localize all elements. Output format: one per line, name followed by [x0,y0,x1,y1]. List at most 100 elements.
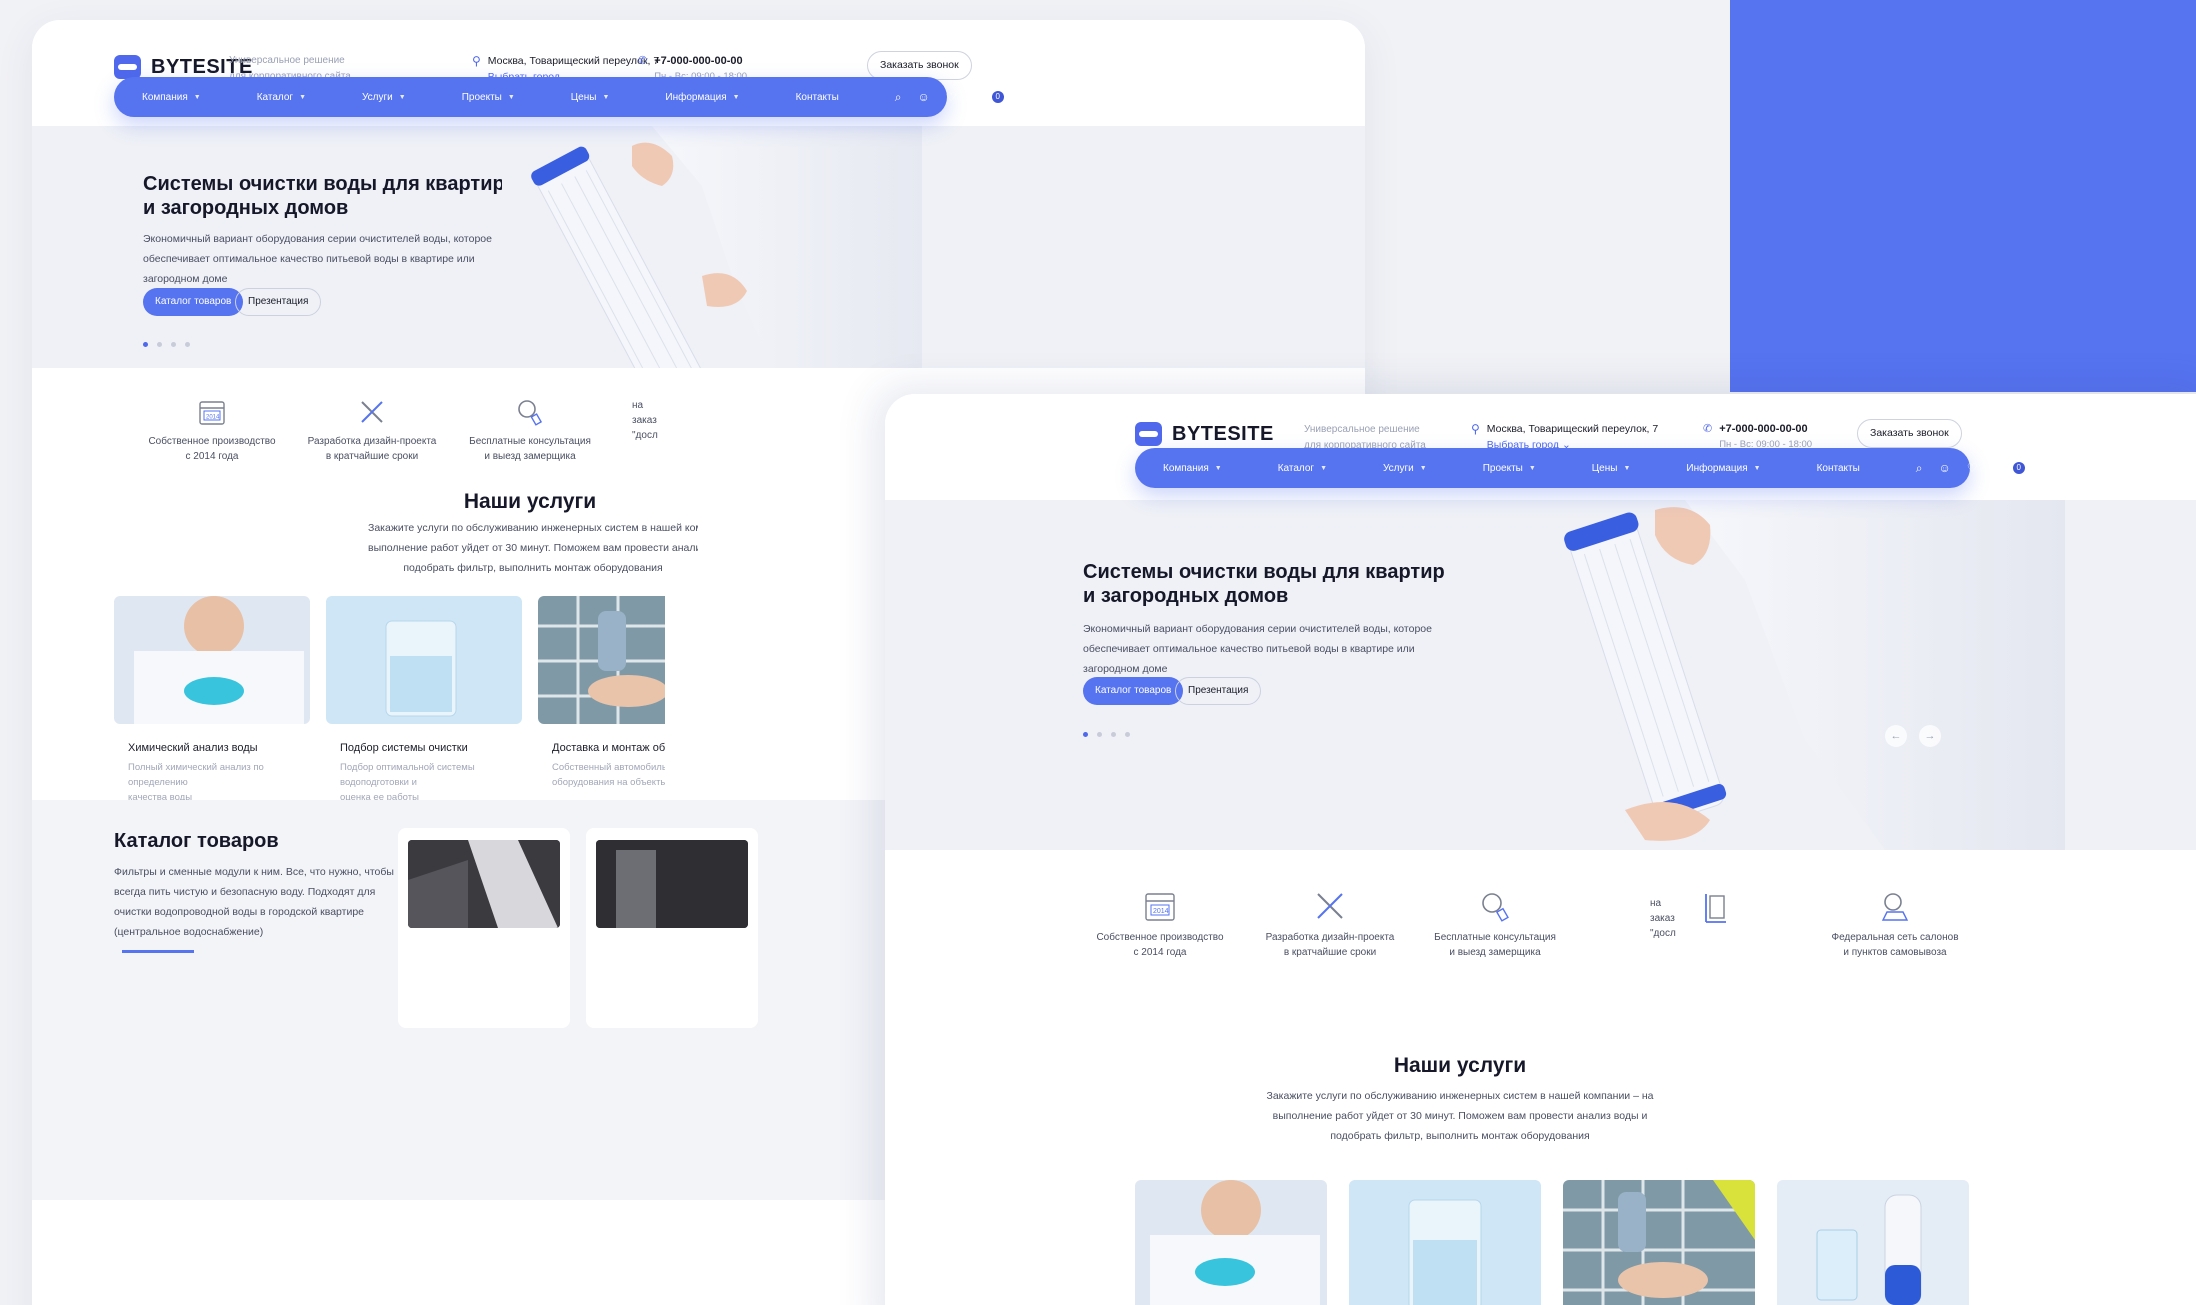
nav-item[interactable]: Услуги ▼ [1383,463,1427,474]
cart-count-badge: 0 [2012,462,2025,474]
callback-button[interactable]: Заказать звонок [867,51,972,80]
slider-dot[interactable] [1111,732,1116,737]
nav-item[interactable]: Информация ▼ [665,92,739,103]
nav-item[interactable]: Цены ▼ [1592,463,1631,474]
feature-item: Бесплатные консультация и выезд замерщика [440,398,620,464]
catalog-button[interactable]: Каталог товаров [143,288,244,316]
nav-item[interactable]: Контакты [1817,463,1860,474]
arrow-right-icon[interactable]: → [1919,725,1941,747]
catalog-title: Каталог товаров [114,830,279,852]
search-icon[interactable]: ⌕ [895,90,902,105]
service-card[interactable] [1349,1180,1541,1305]
nav-item[interactable]: Компания ▼ [142,92,201,103]
calendar-icon: 2014 [1145,893,1175,921]
hero-banner: Системы очистки воды для квартир и загоро… [885,500,2196,850]
service-card[interactable] [1777,1180,1969,1305]
service-card-image [1135,1180,1327,1305]
service-card-partial[interactable]: Доставка и монтаж оборудова Собственный … [538,596,665,790]
service-card-desc: Подбор оптимальной системы водоподготовк… [340,762,475,803]
heart-icon[interactable]: ♡ [946,90,957,104]
feature-item-partial: на заказ "досл [632,400,658,441]
nav-item[interactable]: Проекты ▼ [1483,463,1536,474]
catalog-card-image [596,840,748,928]
logo[interactable]: BYTESITE [1135,422,1274,446]
user-icon[interactable]: ☺ [918,90,930,104]
nav-item[interactable]: Контакты [796,92,839,103]
catalog-card[interactable] [586,828,758,1028]
catalog-link-underline[interactable] [122,950,194,953]
decorative-blue-panel [1730,0,2196,392]
nav-icons: ⌕ ☺ ♡ 🛒︎ 0 [1916,461,2025,476]
nav-item[interactable]: Информация ▼ [1686,463,1760,474]
hero-title: Системы очистки воды для квартир и загоро… [1083,561,1445,607]
service-card-image [1563,1180,1755,1305]
user-icon[interactable]: ☺ [1939,461,1951,475]
phone-number[interactable]: +7-000-000-00-00 [1719,421,1812,437]
map-pin-icon [1881,893,1909,921]
hero-text: Экономичный вариант оборудования серии о… [1083,623,1432,675]
nav-item[interactable]: Услуги ▼ [362,92,406,103]
features-strip: 2014 Собственное производство с 2014 года… [885,850,2196,990]
cart-icon[interactable]: 🛒︎ [973,90,988,104]
ruler-pencil-icon [1317,893,1343,919]
hand-truck-icon [1705,894,1726,923]
calendar-icon: 2014 [199,401,225,425]
feature-item-partial: на заказ "досл [1650,898,1676,939]
catalog-button[interactable]: Каталог товаров [1083,677,1184,705]
slider-dot[interactable] [1097,732,1102,737]
main-nav: Компания ▼ Каталог ▼ Услуги ▼ Проекты ▼ Цены… [1135,448,2025,488]
feature-item: Разработка дизайн-проекта в кратчайшие ср… [282,398,462,464]
slider-dot[interactable] [171,342,176,347]
service-card[interactable] [1135,1180,1327,1305]
service-card-desc: Полный химический анализ по определению к… [128,762,264,803]
service-card[interactable]: Химический анализ воды Полный химический… [114,596,310,805]
hero-text: Экономичный вариант оборудования серии о… [143,233,492,285]
slider-dots [143,342,190,347]
slider-dot[interactable] [1125,732,1130,737]
service-card-image [1777,1180,1969,1305]
services-title: Наши услуги [1393,1054,1527,1077]
services-description: Закажите услуги по обслуживанию инженерн… [368,522,698,574]
feature-item: Федеральная сеть салонов и пунктов самовы… [1815,890,1975,960]
nav-item[interactable]: Компания ▼ [1163,463,1222,474]
chevron-down-icon: ▼ [732,93,740,101]
chevron-down-icon: ▼ [1623,464,1631,472]
service-card[interactable]: Подбор системы очистки Подбор оптимально… [326,596,522,805]
presentation-button[interactable]: Презентация [235,288,322,316]
chevron-down-icon: ▼ [1528,464,1536,472]
service-card[interactable] [1563,1180,1755,1305]
nav-item[interactable]: Каталог ▼ [257,92,306,103]
logo-mark-icon [1135,422,1162,446]
slider-dot[interactable] [157,342,162,347]
catalog-card[interactable] [398,828,570,1028]
cart-count-badge: 0 [991,91,1004,103]
slider-dot[interactable] [185,342,190,347]
service-card-image [326,596,522,724]
main-nav: Компания ▼ Каталог ▼ Услуги ▼ Проекты ▼ Цены… [114,77,1004,117]
hero-filter-image [502,126,922,368]
service-card-desc: Собственный автомобильный пароборудовани… [552,762,665,788]
phone-number[interactable]: +7-000-000-00-00 [654,53,747,69]
slider-dot[interactable] [143,342,148,347]
feature-item: Бесплатные консультация и выезд замерщика [1415,890,1575,960]
svg-text:2014: 2014 [1153,908,1169,915]
nav-item[interactable]: Цены ▼ [571,92,610,103]
logo-text: BYTESITE [1172,422,1274,445]
cart-icon[interactable]: 🛒︎ [1994,461,2009,475]
chevron-down-icon: ▼ [507,93,515,101]
presentation-button[interactable]: Презентация [1175,677,1262,705]
nav-item[interactable]: Проекты ▼ [462,92,515,103]
chevron-down-icon: ▼ [1753,464,1761,472]
arrow-left-icon[interactable]: ← [1885,725,1907,747]
service-card-image [1349,1180,1541,1305]
service-card-title: Подбор системы очистки [340,742,468,754]
heart-icon[interactable]: ♡ [1967,461,1978,475]
tagline-line: Универсальное решение [229,55,345,66]
callback-button[interactable]: Заказать звонок [1857,419,1962,448]
service-card-image [538,596,665,724]
nav-item[interactable]: Каталог ▼ [1278,463,1327,474]
slider-dot[interactable] [1083,732,1088,737]
search-icon[interactable]: ⌕ [1916,461,1923,476]
address-text: Москва, Товарищеский переулок, 7 [1486,423,1659,435]
service-card-title: Химический анализ воды [128,742,258,754]
